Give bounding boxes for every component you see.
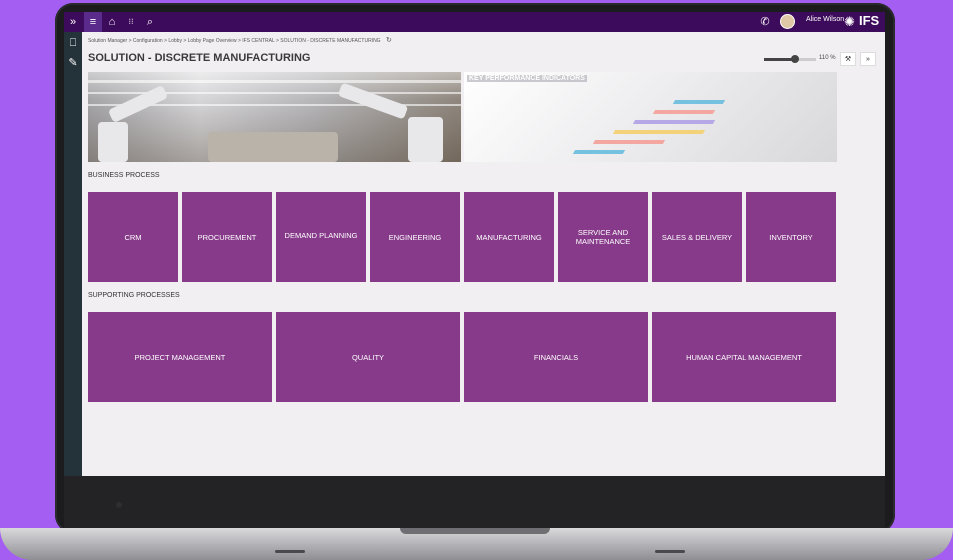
app-screen: » ≡ ⌂ ⁝⁝ ⌕ ✆ Alice Wilson ✺ IFS ⎕ ✎ Solu…: [64, 12, 885, 476]
factory-hero-image[interactable]: [88, 72, 461, 162]
laptop-bezel: [64, 476, 885, 528]
conveyor: [208, 132, 338, 162]
laptop-foot: [655, 550, 685, 553]
user-name[interactable]: Alice Wilson: [806, 16, 844, 23]
ifs-burst-icon: ✺: [844, 14, 855, 29]
chart-bar: [652, 110, 716, 114]
tile-procurement[interactable]: PROCUREMENT: [182, 192, 272, 282]
kpi-hero-image[interactable]: KEY PERFORMANCE INDICATORS: [464, 72, 837, 162]
laptop-foot: [275, 550, 305, 553]
top-bar: » ≡ ⌂ ⁝⁝ ⌕ ✆ Alice Wilson ✺ IFS: [64, 12, 885, 32]
zoom-label: 110 %: [819, 55, 836, 61]
tile-project-management[interactable]: PROJECT MANAGEMENT: [88, 312, 272, 402]
avatar[interactable]: [780, 14, 795, 29]
menu-icon: ≡: [89, 16, 97, 28]
robot-arm: [337, 82, 409, 120]
zoom-slider-fill: [764, 58, 794, 61]
wrench-icon: ⚒: [844, 56, 852, 63]
chart-bar: [672, 100, 726, 104]
apps-grid-icon[interactable]: ⁝⁝: [124, 15, 138, 29]
business-process-label: BUSINESS PROCESS: [88, 172, 160, 179]
ceiling-beam: [88, 80, 461, 83]
tile-engineering[interactable]: ENGINEERING: [370, 192, 460, 282]
tile-inventory[interactable]: INVENTORY: [746, 192, 836, 282]
tile-service-and-maintenance[interactable]: SERVICE AND MAINTENANCE: [558, 192, 648, 282]
menu-button[interactable]: ≡: [84, 12, 102, 32]
supporting-processes-label: SUPPORTING PROCESSES: [88, 292, 180, 299]
ifs-logo: IFS: [859, 13, 880, 28]
tile-manufacturing[interactable]: MANUFACTURING: [464, 192, 554, 282]
wrench-button[interactable]: ⚒: [840, 52, 856, 66]
left-rail: ⎕ ✎: [64, 32, 82, 476]
tile-financials[interactable]: FINANCIALS: [464, 312, 648, 402]
tile-sales-delivery[interactable]: SALES & DELIVERY: [652, 192, 742, 282]
camera: [116, 502, 122, 508]
robot-base: [408, 117, 443, 162]
chart-bar: [612, 130, 706, 134]
robot-base: [98, 122, 128, 162]
edit-icon[interactable]: ✎: [67, 56, 79, 70]
tile-quality[interactable]: QUALITY: [276, 312, 460, 402]
breadcrumb-text[interactable]: Solution Manager > Configuration > Lobby…: [88, 38, 381, 44]
tile-demand-planning[interactable]: DEMAND PLANNING: [276, 192, 366, 282]
expand-navigation-icon[interactable]: »: [67, 15, 79, 29]
phone-icon[interactable]: ✆: [759, 15, 771, 29]
bookmark-icon[interactable]: ⎕: [67, 36, 79, 50]
breadcrumb[interactable]: Solution Manager > Configuration > Lobby…: [88, 36, 392, 44]
chart-bar: [572, 150, 626, 154]
page-title: SOLUTION - DISCRETE MANUFACTURING: [88, 52, 311, 64]
search-icon[interactable]: ⌕: [144, 15, 156, 29]
refresh-icon[interactable]: ↻: [386, 37, 392, 44]
zoom-slider-handle[interactable]: [791, 55, 799, 63]
more-button[interactable]: »: [860, 52, 876, 66]
laptop-notch: [400, 528, 550, 534]
tile-human-capital-management[interactable]: HUMAN CAPITAL MANAGEMENT: [652, 312, 836, 402]
home-icon[interactable]: ⌂: [106, 15, 118, 29]
kpi-title: KEY PERFORMANCE INDICATORS: [467, 75, 587, 82]
tile-crm[interactable]: CRM: [88, 192, 178, 282]
chart-bar: [592, 140, 666, 144]
chart-bar: [632, 120, 716, 124]
double-arrow-icon: »: [866, 56, 870, 63]
